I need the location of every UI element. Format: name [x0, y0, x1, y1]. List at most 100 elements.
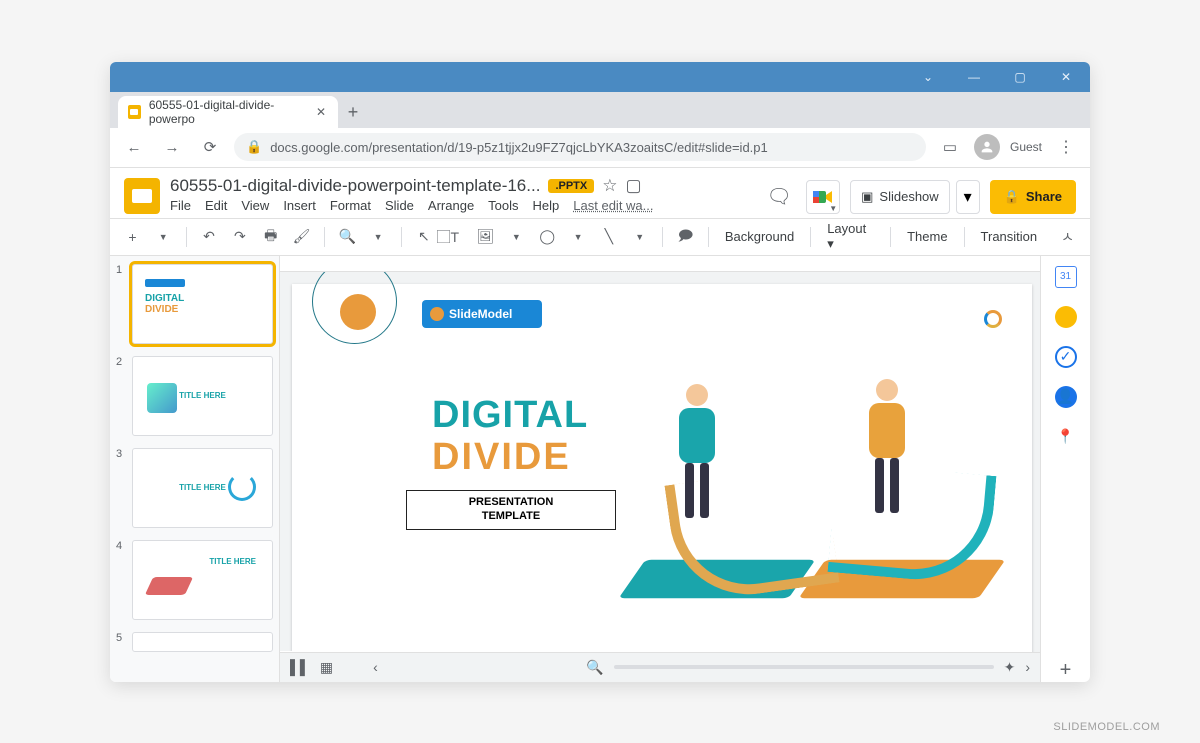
app-header: 60555-01-digital-divide-powerpoint-templ… [110, 168, 1090, 218]
reading-list-icon[interactable]: ▭ [936, 133, 964, 161]
zoom-caret[interactable]: ▼ [366, 224, 391, 250]
slide-subtitle-box: PRESENTATION TEMPLATE [406, 490, 616, 530]
toolbar: + ▼ ↶ ↷ 🖶 🖌 🔍 ▼ ↖ ⃞T 🖼 ▼ ◯ ▼ ╲ ▼ 🗩 Backg… [110, 218, 1090, 256]
shape-caret[interactable]: ▼ [566, 224, 591, 250]
menu-view[interactable]: View [241, 198, 269, 213]
browser-menu-icon[interactable]: ⋮ [1052, 137, 1080, 157]
slide-canvas[interactable]: SlideModel DIGITAL DIVIDE PRESENTATION T… [292, 284, 1032, 652]
thumb-number: 2 [116, 356, 126, 436]
profile-avatar[interactable] [974, 134, 1000, 160]
share-button[interactable]: 🔒 Share [990, 180, 1076, 214]
new-slide-button[interactable]: + [120, 224, 145, 250]
address-row: ← → ⟳ 🔒 docs.google.com/presentation/d/1… [110, 128, 1090, 168]
window-titlebar: ⌄ — ▢ ✕ [110, 62, 1090, 92]
forward-button[interactable]: → [158, 133, 186, 161]
menu-edit[interactable]: Edit [205, 198, 227, 213]
thumb-title2: DIVIDE [145, 304, 260, 315]
calendar-icon[interactable]: 31 [1055, 266, 1077, 288]
url-text: docs.google.com/presentation/d/19-p5z1tj… [270, 140, 768, 155]
thumb-label: TITLE HERE [179, 391, 226, 400]
image-caret[interactable]: ▼ [504, 224, 529, 250]
thumb-number: 1 [116, 264, 126, 344]
view-grid-icon[interactable]: ▦ [320, 659, 333, 676]
thumbnail-5[interactable] [132, 632, 273, 652]
transition-button[interactable]: Transition [975, 229, 1044, 244]
layout-button[interactable]: Layout ▾ [821, 221, 880, 252]
last-edit-link[interactable]: Last edit wa... [573, 198, 653, 213]
background-button[interactable]: Background [719, 229, 800, 244]
slidemodel-badge: SlideModel [422, 300, 542, 328]
filmstrip: 1 DIGITAL DIVIDE 2 TITLE HERE [110, 256, 280, 682]
menu-file[interactable]: File [170, 198, 191, 213]
collapse-film-icon[interactable]: ‹ [373, 659, 378, 675]
person-left [662, 384, 732, 544]
move-icon[interactable]: ▢ [625, 176, 641, 196]
meet-button[interactable]: ▼ [806, 180, 840, 214]
undo-button[interactable]: ↶ [197, 224, 222, 250]
reload-button[interactable]: ⟳ [196, 133, 224, 161]
thumb-number: 4 [116, 540, 126, 620]
slide-title-2: DIVIDE [432, 436, 571, 479]
thumbnail-1[interactable]: DIGITAL DIVIDE [132, 264, 273, 344]
theme-button[interactable]: Theme [901, 229, 953, 244]
line-tool[interactable]: ╲ [596, 224, 621, 250]
keep-icon[interactable] [1055, 306, 1077, 328]
thumbnail-2[interactable]: TITLE HERE [132, 356, 273, 436]
maps-icon[interactable]: 📍 [1055, 426, 1077, 448]
window-minimize-icon[interactable]: — [952, 63, 996, 91]
menu-tools[interactable]: Tools [488, 198, 518, 213]
zoom-button[interactable]: 🔍 [335, 224, 360, 250]
new-slide-caret[interactable]: ▼ [151, 224, 176, 250]
collapse-toolbar-icon[interactable]: ㅅ [1055, 224, 1080, 250]
lock-icon: 🔒 [1004, 189, 1020, 205]
menu-format[interactable]: Format [330, 198, 371, 213]
view-normal-icon[interactable]: ▌▌ [290, 659, 310, 675]
slideshow-label: Slideshow [879, 189, 938, 204]
line-caret[interactable]: ▼ [627, 224, 652, 250]
thumbnail-4[interactable]: TITLE HERE [132, 540, 273, 620]
address-bar[interactable]: 🔒 docs.google.com/presentation/d/19-p5z1… [234, 133, 926, 161]
canvas-viewport[interactable]: SlideModel DIGITAL DIVIDE PRESENTATION T… [280, 272, 1040, 652]
comment-tool[interactable]: 🗩 [673, 224, 698, 250]
main-area: 1 DIGITAL DIVIDE 2 TITLE HERE [110, 256, 1090, 682]
redo-button[interactable]: ↷ [227, 224, 252, 250]
share-label: Share [1026, 189, 1062, 204]
menu-slide[interactable]: Slide [385, 198, 414, 213]
slide-title-1: DIGITAL [432, 394, 588, 437]
decor-ring-icon [984, 310, 1002, 328]
zoom-slider[interactable] [614, 665, 994, 669]
tab-close-icon[interactable]: ✕ [314, 105, 328, 119]
browser-window: ⌄ — ▢ ✕ 60555-01-digital-divide-powerpo … [110, 62, 1090, 682]
select-tool[interactable]: ↖ [411, 224, 436, 250]
shape-tool[interactable]: ◯ [535, 224, 560, 250]
tasks-icon[interactable]: ✓ [1055, 346, 1077, 368]
menu-help[interactable]: Help [533, 198, 560, 213]
contacts-icon[interactable]: 👤 [1055, 386, 1077, 408]
slideshow-button[interactable]: ▣ Slideshow [850, 180, 950, 214]
play-icon: ▣ [861, 189, 873, 205]
badge-text: SlideModel [449, 307, 512, 321]
slides-logo-icon[interactable] [124, 178, 160, 214]
image-tool[interactable]: 🖼 [473, 224, 498, 250]
paint-format-button[interactable]: 🖌 [289, 224, 314, 250]
add-addon-icon[interactable]: + [1055, 660, 1077, 682]
slideshow-dropdown[interactable]: ▾ [956, 180, 980, 214]
window-maximize-icon[interactable]: ▢ [998, 63, 1042, 91]
textbox-tool[interactable]: ⃞T [442, 224, 467, 250]
print-button[interactable]: 🖶 [258, 224, 283, 250]
new-tab-button[interactable]: + [338, 98, 368, 128]
layout-label: Layout [827, 221, 866, 236]
explore-icon[interactable]: ✦ [1004, 659, 1016, 676]
menu-insert[interactable]: Insert [283, 198, 316, 213]
window-close-icon[interactable]: ✕ [1044, 63, 1088, 91]
zoom-out-icon[interactable]: 🔍 [586, 659, 603, 676]
window-shrink-icon[interactable]: ⌄ [906, 63, 950, 91]
chevron-right-icon[interactable]: › [1025, 659, 1030, 675]
star-icon[interactable]: ☆ [602, 176, 617, 196]
document-name[interactable]: 60555-01-digital-divide-powerpoint-templ… [170, 176, 540, 196]
back-button[interactable]: ← [120, 133, 148, 161]
browser-tab[interactable]: 60555-01-digital-divide-powerpo ✕ [118, 96, 338, 128]
menu-arrange[interactable]: Arrange [428, 198, 474, 213]
thumbnail-3[interactable]: TITLE HERE [132, 448, 273, 528]
comments-icon[interactable]: 🗨 [762, 180, 796, 214]
